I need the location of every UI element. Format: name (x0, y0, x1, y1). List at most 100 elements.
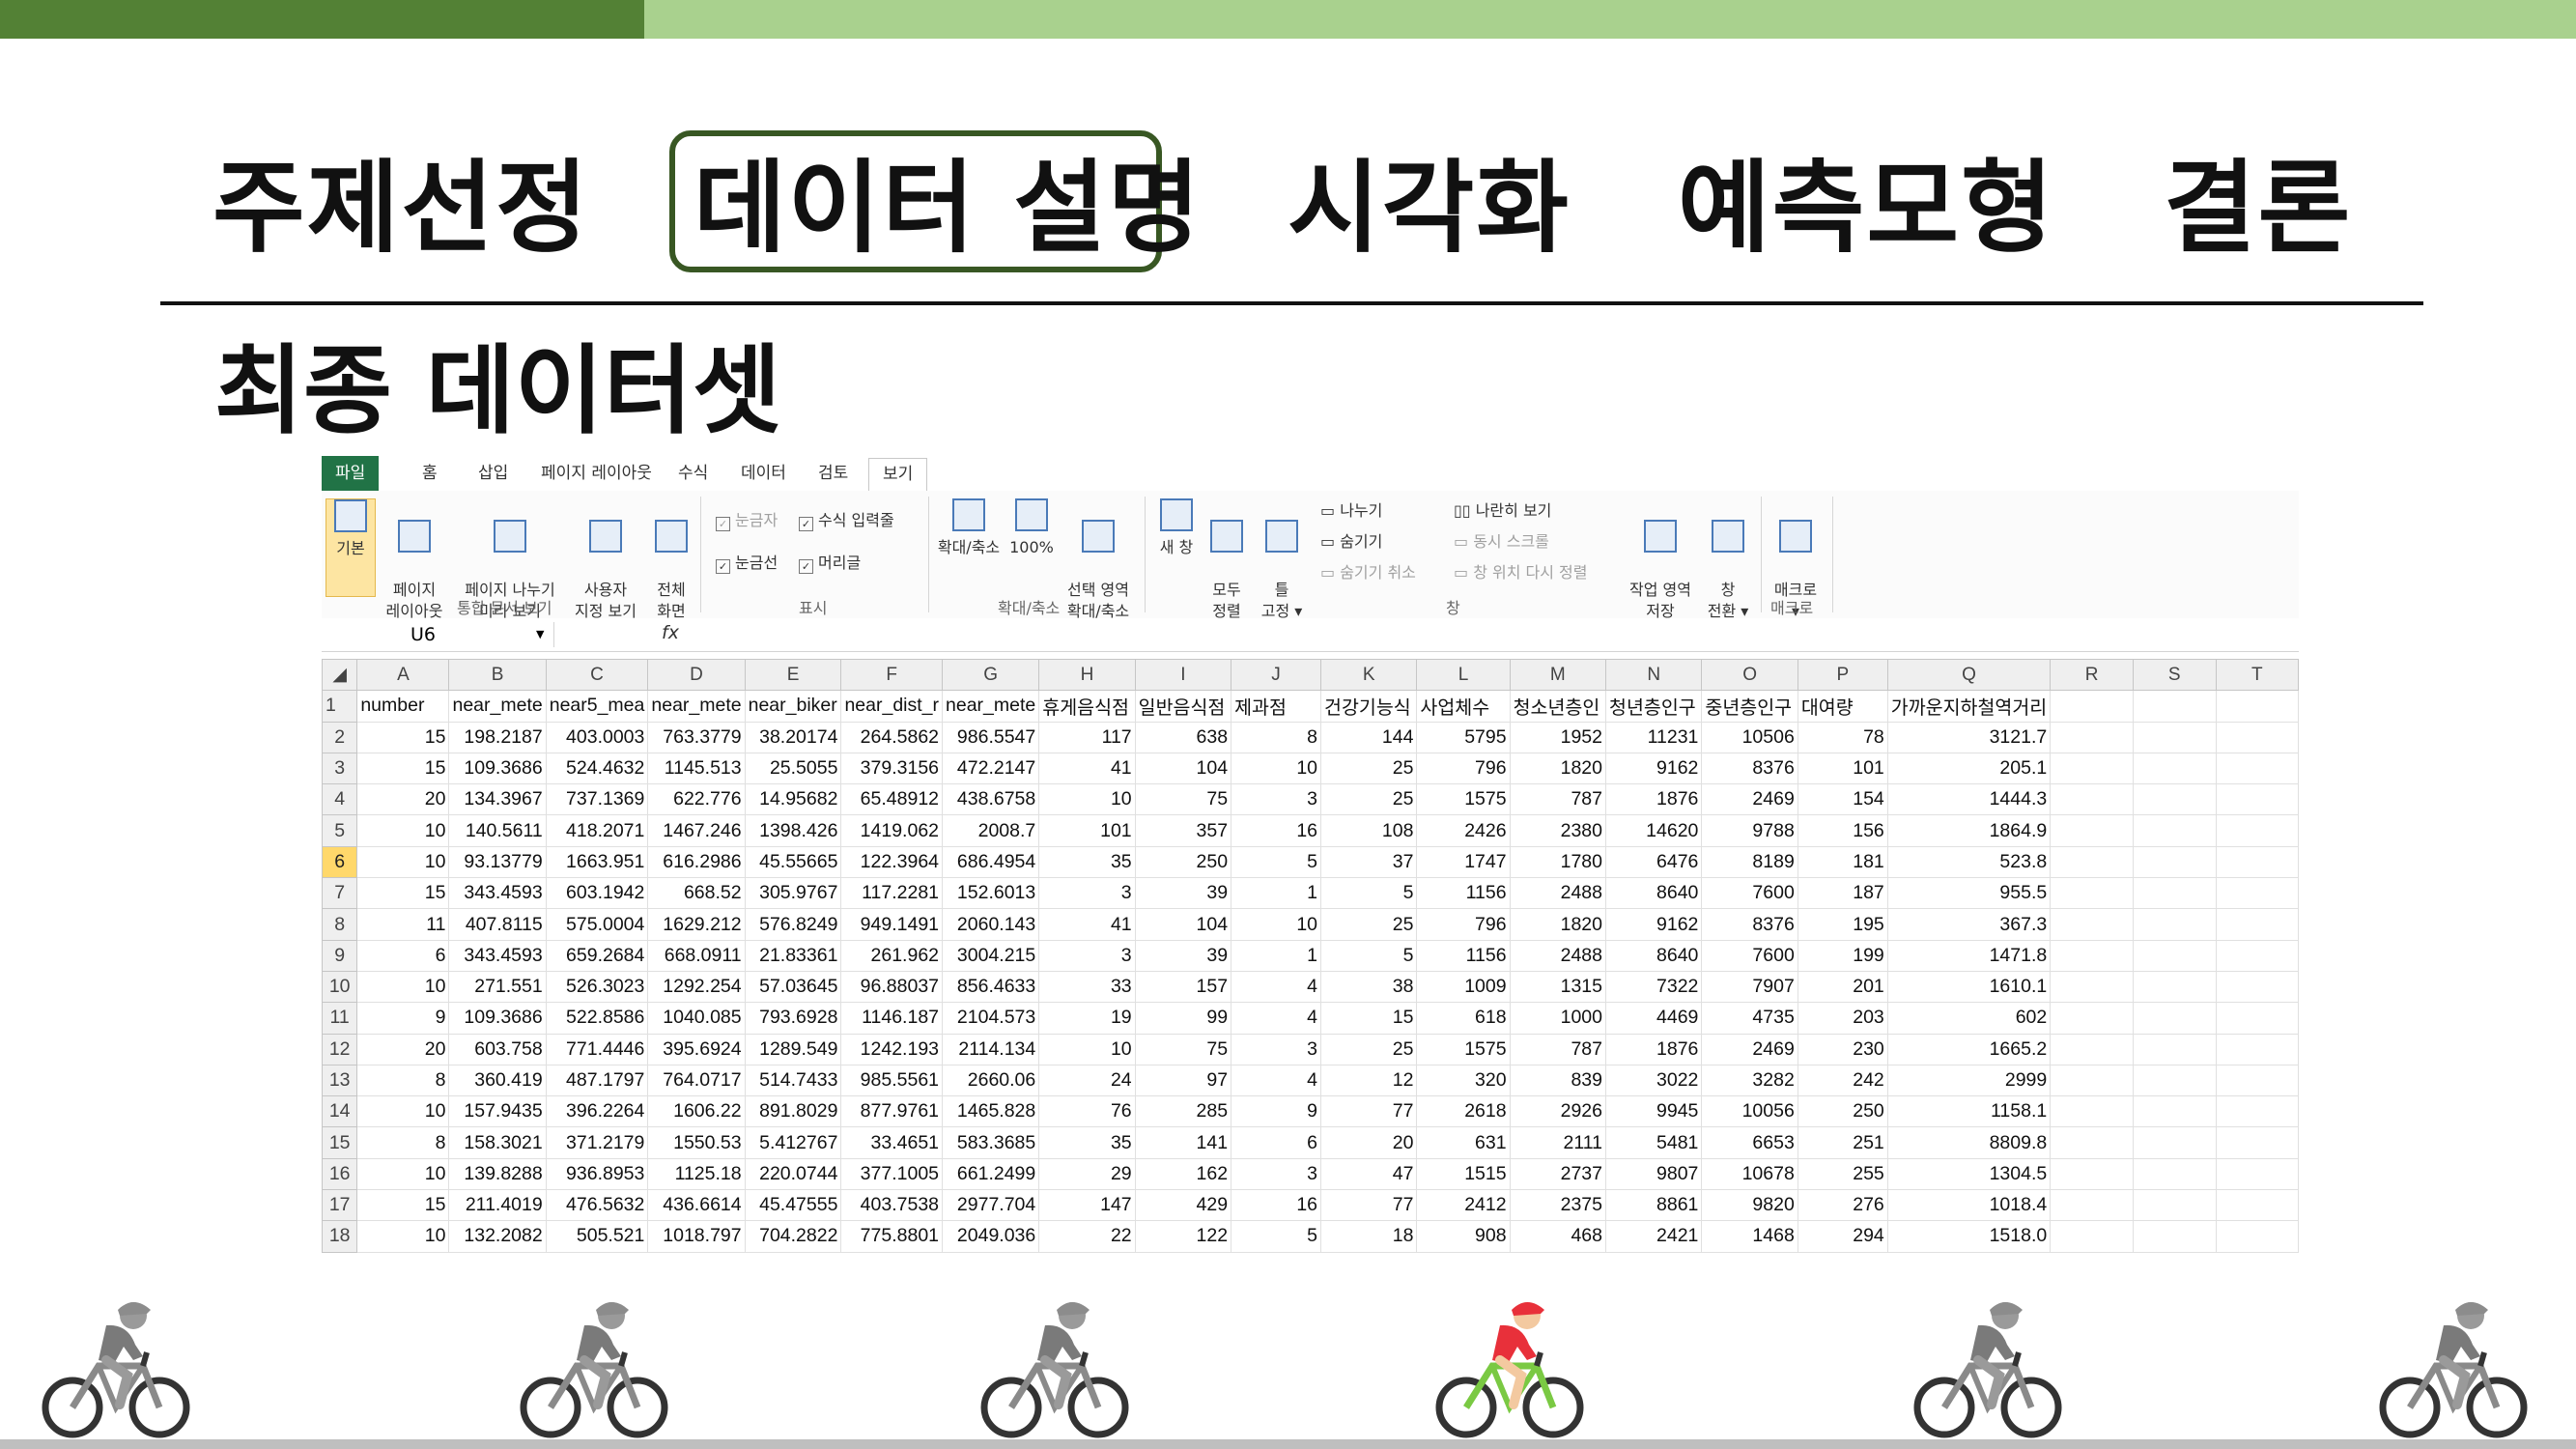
header-cell[interactable]: 대여량 (1797, 690, 1888, 723)
data-cell[interactable]: 154 (1797, 783, 1888, 816)
data-cell[interactable]: 117 (1038, 721, 1136, 753)
data-cell[interactable]: 141 (1134, 1126, 1232, 1159)
data-cell[interactable]: 9162 (1604, 908, 1703, 941)
data-cell[interactable]: 104 (1134, 908, 1232, 941)
data-cell[interactable]: 1125.18 (647, 1157, 746, 1191)
data-cell[interactable]: 276 (1797, 1189, 1888, 1222)
data-cell[interactable]: 524.4632 (545, 752, 649, 785)
data-cell[interactable]: 39 (1134, 939, 1232, 972)
data-cell[interactable]: 357 (1134, 814, 1232, 847)
empty-cell[interactable] (2050, 877, 2134, 910)
data-cell[interactable]: 230 (1797, 1033, 1888, 1065)
data-cell[interactable]: 75 (1134, 783, 1232, 816)
data-cell[interactable]: 3022 (1604, 1064, 1703, 1097)
data-cell[interactable]: 631 (1416, 1126, 1511, 1159)
data-cell[interactable]: 3 (1038, 939, 1136, 972)
data-cell[interactable]: 1876 (1604, 1033, 1703, 1065)
data-cell[interactable]: 429 (1134, 1189, 1232, 1222)
data-cell[interactable]: 1304.5 (1886, 1157, 2052, 1191)
data-cell[interactable]: 4469 (1604, 1002, 1703, 1035)
freeze-panes-button[interactable]: 틀 고정 ▾ (1253, 498, 1311, 622)
data-cell[interactable]: 242 (1797, 1064, 1888, 1097)
data-cell[interactable]: 436.6614 (647, 1189, 746, 1222)
data-cell[interactable]: 1629.212 (647, 908, 746, 941)
header-cell[interactable]: 건강기능식 (1320, 690, 1418, 723)
data-cell[interactable]: 343.4593 (448, 877, 547, 910)
data-cell[interactable]: 1040.085 (647, 1002, 746, 1035)
new-window-button[interactable]: 새 창 (1152, 498, 1201, 558)
data-cell[interactable]: 10506 (1701, 721, 1798, 753)
data-cell[interactable]: 20 (356, 783, 450, 816)
data-cell[interactable]: 117.2281 (840, 877, 944, 910)
tab-review[interactable]: 검토 (805, 456, 862, 491)
data-cell[interactable]: 796 (1416, 908, 1511, 941)
column-header-B[interactable]: B (448, 658, 547, 692)
data-cell[interactable]: 793.6928 (744, 1002, 842, 1035)
data-cell[interactable]: 4 (1231, 1064, 1322, 1097)
data-cell[interactable]: 1242.193 (840, 1033, 944, 1065)
data-cell[interactable]: 1467.246 (647, 814, 746, 847)
empty-cell[interactable] (2050, 752, 2134, 785)
data-cell[interactable]: 38 (1320, 970, 1418, 1004)
data-cell[interactable]: 205.1 (1886, 752, 2052, 785)
data-cell[interactable]: 10 (356, 1220, 450, 1253)
empty-cell[interactable] (2132, 1002, 2217, 1035)
header-cell[interactable] (2050, 690, 2134, 723)
column-header-A[interactable]: A (356, 658, 450, 692)
data-cell[interactable]: 198.2187 (448, 721, 547, 753)
empty-cell[interactable] (2215, 814, 2299, 847)
data-cell[interactable]: 8 (356, 1064, 450, 1097)
header-cell[interactable]: near_mete (647, 690, 746, 723)
row-header[interactable]: 1 (322, 690, 358, 723)
empty-cell[interactable] (2050, 1157, 2134, 1191)
data-cell[interactable]: 9788 (1701, 814, 1798, 847)
empty-cell[interactable] (2215, 1002, 2299, 1035)
column-header-P[interactable]: P (1797, 658, 1888, 692)
data-cell[interactable]: 403.7538 (840, 1189, 944, 1222)
data-cell[interactable]: 2926 (1509, 1095, 1607, 1128)
data-cell[interactable]: 320 (1416, 1064, 1511, 1097)
data-cell[interactable]: 9945 (1604, 1095, 1703, 1128)
data-cell[interactable]: 255 (1797, 1157, 1888, 1191)
data-cell[interactable]: 1009 (1416, 970, 1511, 1004)
headings-checkbox[interactable]: ✓ 머리글 (799, 553, 861, 574)
data-cell[interactable]: 1663.951 (545, 845, 649, 879)
data-cell[interactable]: 2380 (1509, 814, 1607, 847)
data-cell[interactable]: 10 (356, 814, 450, 847)
data-cell[interactable]: 25.5055 (744, 752, 842, 785)
data-cell[interactable]: 6 (1231, 1126, 1322, 1159)
data-cell[interactable]: 8 (356, 1126, 450, 1159)
data-cell[interactable]: 15 (356, 752, 450, 785)
data-cell[interactable]: 10 (356, 1157, 450, 1191)
tab-formulas[interactable]: 수식 (665, 456, 722, 491)
data-cell[interactable]: 12 (1320, 1064, 1418, 1097)
data-cell[interactable]: 195 (1797, 908, 1888, 941)
data-cell[interactable]: 3 (1231, 1157, 1322, 1191)
data-cell[interactable]: 5795 (1416, 721, 1511, 753)
data-cell[interactable]: 285 (1134, 1095, 1232, 1128)
data-cell[interactable]: 14.95682 (744, 783, 842, 816)
empty-cell[interactable] (2215, 970, 2299, 1004)
empty-cell[interactable] (2215, 752, 2299, 785)
data-cell[interactable]: 936.8953 (545, 1157, 649, 1191)
data-cell[interactable]: 2618 (1416, 1095, 1511, 1128)
data-cell[interactable]: 2488 (1509, 939, 1607, 972)
empty-cell[interactable] (2215, 845, 2299, 879)
data-cell[interactable]: 1780 (1509, 845, 1607, 879)
header-cell[interactable]: 청년층인구 (1604, 690, 1703, 723)
column-header-Q[interactable]: Q (1886, 658, 2052, 692)
data-cell[interactable]: 8640 (1604, 877, 1703, 910)
view-side-by-side-button[interactable]: ▯▯ 나란히 보기 (1454, 500, 1551, 522)
empty-cell[interactable] (2215, 783, 2299, 816)
empty-cell[interactable] (2215, 877, 2299, 910)
nav-item-conclusion[interactable]: 결론 (2164, 150, 2352, 266)
ruler-checkbox[interactable]: ✓ 눈금자 (716, 510, 778, 531)
data-cell[interactable]: 9820 (1701, 1189, 1798, 1222)
row-header[interactable]: 7 (322, 877, 358, 910)
data-cell[interactable]: 8376 (1701, 752, 1798, 785)
data-cell[interactable]: 101 (1038, 814, 1136, 847)
empty-cell[interactable] (2050, 908, 2134, 941)
data-cell[interactable]: 839 (1509, 1064, 1607, 1097)
data-cell[interactable]: 2008.7 (942, 814, 1040, 847)
empty-cell[interactable] (2050, 1002, 2134, 1035)
